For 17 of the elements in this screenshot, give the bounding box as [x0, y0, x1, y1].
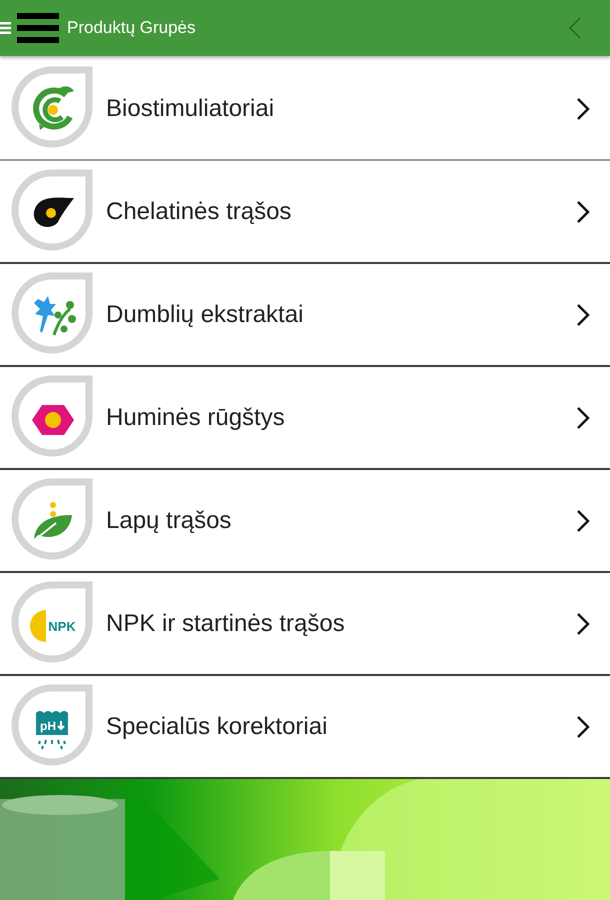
menu-icon[interactable] [17, 13, 59, 43]
product-group-label[interactable]: Huminės rūgštys [106, 404, 576, 432]
chevron-icon[interactable] [576, 406, 590, 430]
screen-title: Produktų Grupės [67, 18, 197, 38]
chevron-icon[interactable] [576, 612, 590, 636]
chevron-icon[interactable] [576, 96, 590, 120]
product-group-label[interactable]: Biostimuliatoriai [106, 94, 576, 122]
menu-icon[interactable] [0, 21, 12, 35]
product-group-label[interactable]: Lapų trąšos [106, 506, 576, 534]
chevron-icon[interactable] [576, 200, 590, 224]
chevron-icon[interactable] [576, 302, 590, 326]
chevron-icon[interactable] [576, 714, 590, 738]
product-group-label[interactable]: Chelatinės trąšos [106, 198, 576, 226]
product-group-label[interactable]: Dumblių ekstraktai [106, 300, 576, 328]
product-group-label[interactable]: Specialūs korektoriai [106, 712, 576, 740]
product-group-label[interactable]: NPK ir startinės trąšos [106, 610, 576, 638]
chevron-icon[interactable] [576, 508, 590, 532]
